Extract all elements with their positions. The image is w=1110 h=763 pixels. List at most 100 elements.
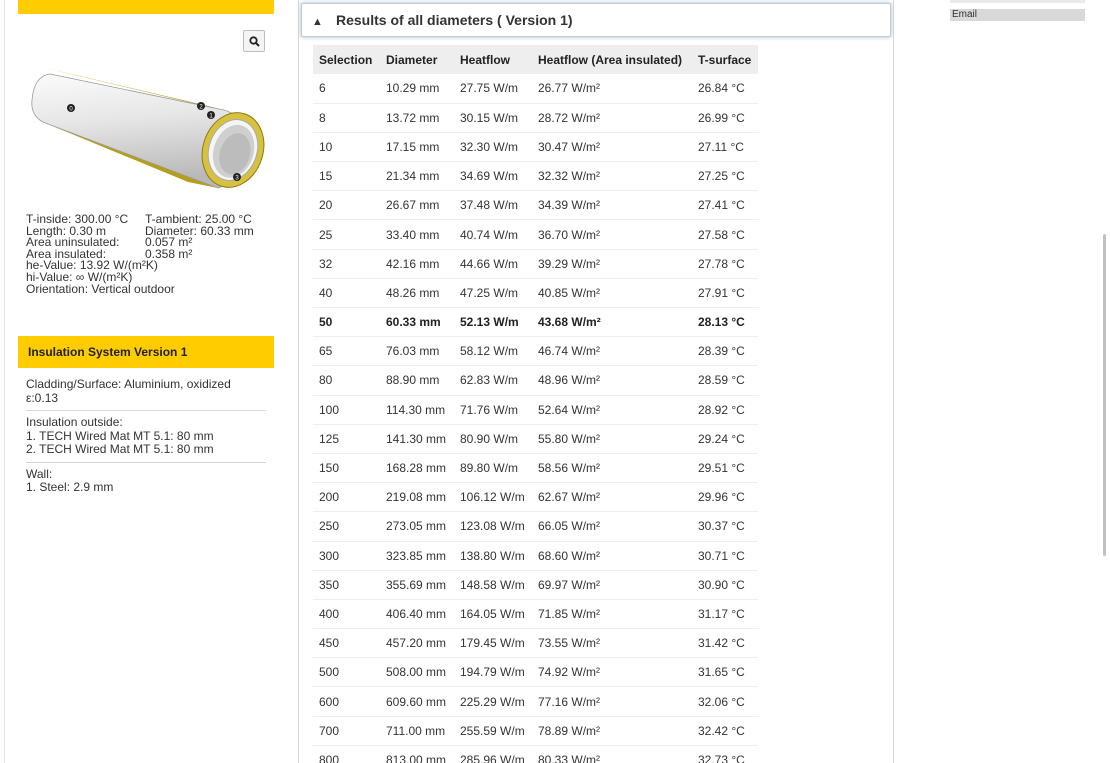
heatflow-cell: 194.79 W/m — [454, 657, 532, 688]
selection-cell: 10 — [313, 132, 380, 163]
heatflow-cell: 34.69 W/m — [454, 161, 532, 192]
heatflow-cell: 106.12 W/m — [454, 482, 532, 513]
heatflow-cell: 62.83 W/m — [454, 365, 532, 396]
heatflow-cell: 27.75 W/m — [454, 74, 532, 104]
t-surface-cell: 29.51 °C — [692, 453, 758, 484]
heatflow-area-cell: 77.16 W/m² — [532, 686, 692, 717]
t-surface-cell: 30.37 °C — [692, 511, 758, 542]
diameter-cell: 141.30 mm — [380, 424, 454, 454]
table-row[interactable]: 500 508.00 mm 194.79 W/m 74.92 W/m² 31.65 °C — [313, 657, 758, 688]
summary-sidebar: 0 2 1 3 T-inside: 300.00 °C T-ambient: 2… — [18, 0, 274, 494]
table-row[interactable]: 600 609.60 mm 225.29 W/m 77.16 W/m² 32.06 °C — [313, 686, 758, 717]
heatflow-area-cell: 32.32 W/m² — [532, 161, 692, 192]
heatflow-cell: 44.66 W/m — [454, 249, 532, 279]
diameter-cell: 114.30 mm — [380, 395, 454, 425]
page-left-border — [4, 0, 5, 763]
diameter-cell: 21.34 mm — [380, 161, 454, 192]
t-surface-cell: 28.92 °C — [692, 395, 758, 425]
heatflow-area-cell: 71.85 W/m² — [532, 599, 692, 630]
t-surface-cell: 28.59 °C — [692, 365, 758, 396]
diameter-cell: 88.90 mm — [380, 365, 454, 396]
table-row[interactable]: 250 273.05 mm 123.08 W/m 66.05 W/m² 30.37 °C — [313, 511, 758, 542]
insulation-layer-2: 2. TECH Wired Mat MT 5.1: 80 mm — [26, 442, 214, 456]
selection-cell: 125 — [313, 424, 380, 454]
t-surface-cell: 27.41 °C — [692, 190, 758, 221]
column-header-heatflow: Heatflow — [454, 45, 532, 74]
table-row[interactable]: 6 10.29 mm 27.75 W/m 26.77 W/m² 26.84 °C — [313, 74, 758, 104]
table-row[interactable]: 150 168.28 mm 89.80 W/m 58.56 W/m² 29.51 °C — [313, 453, 758, 484]
diameter-cell: 13.72 mm — [380, 103, 454, 133]
table-row[interactable]: 40 48.26 mm 47.25 W/m 40.85 W/m² 27.91 °C — [313, 278, 758, 309]
heatflow-area-cell: 36.70 W/m² — [532, 219, 692, 250]
heatflow-area-cell: 34.39 W/m² — [532, 190, 692, 221]
diameter-cell: 17.15 mm — [380, 132, 454, 163]
table-row[interactable]: 700 711.00 mm 255.59 W/m 78.89 W/m² 32.42 °C — [313, 716, 758, 746]
table-row[interactable]: 400 406.40 mm 164.05 W/m 71.85 W/m² 31.17 °C — [313, 599, 758, 630]
heatflow-cell: 37.48 W/m — [454, 190, 532, 221]
table-row[interactable]: 65 76.03 mm 58.12 W/m 46.74 W/m² 28.39 °C — [313, 336, 758, 367]
orientation-text: Orientation: Vertical outdoor — [26, 281, 175, 296]
table-row[interactable]: 50 60.33 mm 52.13 W/m 43.68 W/m² 28.13 °C — [313, 307, 758, 338]
table-row[interactable]: 350 355.69 mm 148.58 W/m 69.97 W/m² 30.90 °C — [313, 570, 758, 600]
table-row[interactable]: 100 114.30 mm 71.76 W/m 52.64 W/m² 28.92 °C — [313, 395, 758, 425]
selection-cell: 25 — [313, 219, 380, 250]
heatflow-cell: 123.08 W/m — [454, 511, 532, 542]
heatflow-cell: 40.74 W/m — [454, 219, 532, 250]
t-surface-cell: 29.96 °C — [692, 482, 758, 513]
pipe-illustration: 0 2 1 3 — [28, 60, 268, 192]
heatflow-cell: 47.25 W/m — [454, 278, 532, 309]
table-row[interactable]: 32 42.16 mm 44.66 W/m 39.29 W/m² 27.78 °C — [313, 249, 758, 279]
heatflow-cell: 30.15 W/m — [454, 103, 532, 133]
heatflow-cell: 89.80 W/m — [454, 453, 532, 484]
email-button[interactable]: Email — [950, 9, 1085, 21]
table-row[interactable]: 450 457.20 mm 179.45 W/m 73.55 W/m² 31.42 °C — [313, 628, 758, 659]
table-row[interactable]: 200 219.08 mm 106.12 W/m 62.67 W/m² 29.96 °C — [313, 482, 758, 513]
parameter-summary: T-inside: 300.00 °C T-ambient: 25.00 °C … — [26, 213, 276, 296]
zoom-button[interactable] — [243, 30, 265, 52]
heatflow-area-cell: 28.72 W/m² — [532, 103, 692, 133]
table-row[interactable]: 300 323.85 mm 138.80 W/m 68.60 W/m² 30.71 °C — [313, 541, 758, 571]
t-surface-cell: 32.06 °C — [692, 686, 758, 717]
selection-cell: 700 — [313, 716, 380, 746]
diameter-cell: 355.69 mm — [380, 570, 454, 600]
diameter-cell: 10.29 mm — [380, 74, 454, 104]
results-table-body: 6 10.29 mm 27.75 W/m 26.77 W/m² 26.84 °C 8 13.… — [313, 74, 758, 763]
diameter-cell: 42.16 mm — [380, 249, 454, 279]
insulation-outside-section: Insulation outside: 1. TECH Wired Mat MT… — [26, 410, 266, 462]
heatflow-cell: 138.80 W/m — [454, 541, 532, 571]
t-surface-cell: 27.78 °C — [692, 249, 758, 279]
table-row[interactable]: 800 813.00 mm 285.96 W/m 80.33 W/m² 32.73 °C — [313, 745, 758, 763]
heatflow-area-cell: 43.68 W/m² — [532, 307, 692, 338]
page-scrollbar[interactable] — [1103, 234, 1106, 556]
cladding-section: Cladding/Surface: Aluminium, oxidized ε:… — [26, 376, 266, 410]
results-accordion-header[interactable]: ▲ Results of all diameters ( Version 1) — [301, 3, 891, 37]
table-row[interactable]: 80 88.90 mm 62.83 W/m 48.96 W/m² 28.59 °C — [313, 365, 758, 396]
chevron-up-icon: ▲ — [312, 16, 323, 28]
selection-cell: 6 — [313, 74, 380, 104]
table-header-row: Selection Diameter Heatflow Heatflow (Ar… — [313, 45, 758, 74]
table-row[interactable]: 10 17.15 mm 32.30 W/m 30.47 W/m² 27.11 °C — [313, 132, 758, 163]
t-surface-cell: 31.65 °C — [692, 657, 758, 688]
sidebar-top-bar — [18, 0, 274, 14]
selection-cell: 500 — [313, 657, 380, 688]
table-row[interactable]: 125 141.30 mm 80.90 W/m 55.80 W/m² 29.24 °C — [313, 424, 758, 454]
table-row[interactable]: 15 21.34 mm 34.69 W/m 32.32 W/m² 27.25 °C — [313, 161, 758, 192]
diameter-cell: 323.85 mm — [380, 541, 454, 571]
selection-cell: 50 — [313, 307, 380, 338]
selection-cell: 300 — [313, 541, 380, 571]
insulation-outside-title: Insulation outside: — [26, 415, 123, 429]
t-surface-cell: 32.42 °C — [692, 716, 758, 746]
heatflow-area-cell: 46.74 W/m² — [532, 336, 692, 367]
heatflow-cell: 52.13 W/m — [454, 307, 532, 338]
diameter-cell: 508.00 mm — [380, 657, 454, 688]
table-row[interactable]: 20 26.67 mm 37.48 W/m 34.39 W/m² 27.41 °C — [313, 190, 758, 221]
selection-cell: 32 — [313, 249, 380, 279]
heatflow-area-cell: 66.05 W/m² — [532, 511, 692, 542]
t-surface-cell: 27.91 °C — [692, 278, 758, 309]
t-surface-cell: 27.11 °C — [692, 132, 758, 163]
table-row[interactable]: 8 13.72 mm 30.15 W/m 28.72 W/m² 26.99 °C — [313, 103, 758, 133]
heatflow-area-cell: 73.55 W/m² — [532, 628, 692, 659]
epsilon-text: ε:0.13 — [26, 390, 59, 405]
t-surface-cell: 28.13 °C — [692, 307, 758, 338]
table-row[interactable]: 25 33.40 mm 40.74 W/m 36.70 W/m² 27.58 °C — [313, 219, 758, 250]
